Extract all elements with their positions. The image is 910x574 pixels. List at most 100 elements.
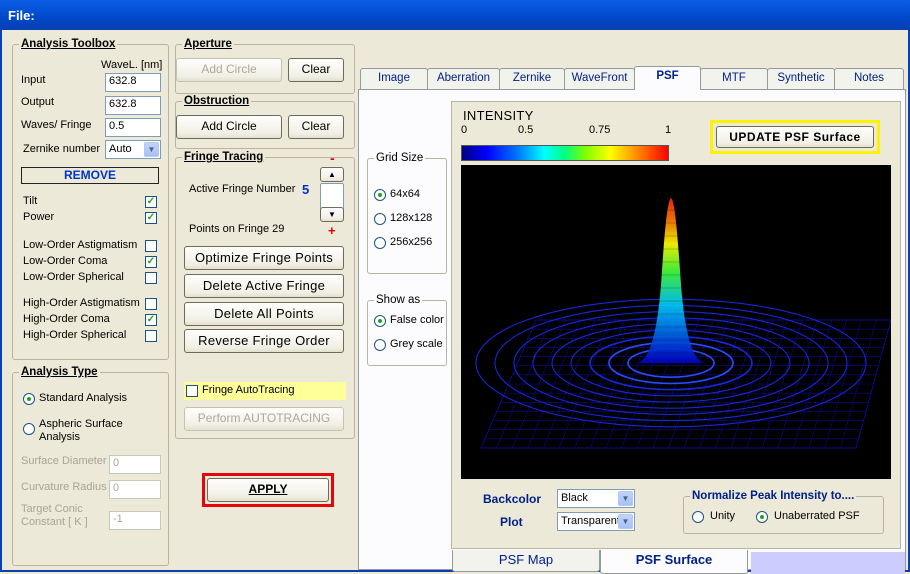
tab-aberration[interactable]: Aberration — [427, 68, 500, 89]
backcolor-value: Black — [561, 492, 588, 504]
surface-diameter-field[interactable]: 0 — [109, 455, 161, 474]
delete-active-fringe-button[interactable]: Delete Active Fringe — [184, 274, 344, 298]
grid-128-label: 128x128 — [390, 212, 433, 224]
obstruction-title: Obstruction — [182, 95, 252, 107]
tab-synthetic[interactable]: Synthetic — [767, 68, 835, 89]
psf-plot-frame: INTENSITY 0 0.5 0.75 1 UPDATE PSF Surfac… — [451, 101, 901, 549]
term-checkbox[interactable]: ✓ — [145, 314, 157, 326]
active-fringe-label: Active Fringe Number — [189, 183, 296, 195]
obstruction-add-circle-button[interactable]: Add Circle — [176, 115, 282, 139]
tab-wavefront[interactable]: WaveFront — [564, 68, 635, 89]
fringe-autotracing-checkbox[interactable] — [186, 385, 198, 397]
term-label: High-Order Coma — [23, 313, 110, 325]
zernike-number-label: Zernike number — [23, 143, 101, 155]
chevron-down-icon[interactable]: ▼ — [618, 514, 633, 529]
tab-psf-map[interactable]: PSF Map — [452, 550, 600, 572]
analysis-toolbox-title: Analysis Toolbox — [19, 38, 118, 50]
fringe-up-button[interactable]: ▲ — [320, 167, 344, 182]
arrow-up-icon: ▲ — [328, 170, 336, 179]
analysis-type-group: Analysis Type Standard Analysis Aspheric… — [12, 366, 169, 566]
intensity-tick-075: 0.75 — [589, 124, 611, 136]
update-psf-surface-button[interactable]: UPDATE PSF Surface — [716, 126, 874, 148]
tab-zernike[interactable]: Zernike — [499, 68, 565, 89]
false-color-radio[interactable] — [374, 315, 386, 327]
tab-psf-surface[interactable]: PSF Surface — [600, 550, 748, 574]
intensity-tick-05: 0.5 — [518, 124, 534, 136]
input-label: Input — [21, 74, 46, 86]
grey-scale-radio[interactable] — [374, 339, 386, 351]
aperture-clear-button[interactable]: Clear — [288, 58, 344, 82]
unity-radio[interactable] — [692, 511, 704, 523]
term-checkbox[interactable] — [145, 298, 157, 310]
input-wavelength-field[interactable]: 632.8 — [105, 73, 161, 92]
optimize-fringe-points-button[interactable]: Optimize Fringe Points — [184, 246, 344, 270]
grid-256-radio[interactable] — [374, 237, 386, 249]
output-wavelength-field[interactable]: 632.8 — [105, 96, 161, 115]
intensity-tick-1: 1 — [665, 124, 672, 136]
aperture-title: Aperture — [182, 38, 234, 50]
tab-mtf[interactable]: MTF — [700, 68, 768, 89]
analysis-type-title: Analysis Type — [19, 366, 100, 378]
aspheric-analysis-radio[interactable] — [23, 423, 35, 435]
backcolor-select[interactable]: Black ▼ — [557, 489, 635, 508]
reverse-fringe-order-button[interactable]: Reverse Fringe Order — [184, 329, 344, 353]
apply-button[interactable]: APPLY — [207, 478, 329, 502]
term-label: High-Order Spherical — [23, 329, 127, 341]
plus-indicator: + — [328, 223, 336, 238]
unaberrated-psf-radio[interactable] — [756, 511, 768, 523]
plot-select[interactable]: Transparent ▼ — [557, 512, 635, 531]
zernike-number-value: Auto — [109, 143, 132, 155]
target-conic-label-1: Target Conic — [21, 503, 83, 515]
minus-indicator: - — [330, 150, 335, 166]
term-checkbox[interactable] — [145, 272, 157, 284]
aperture-add-circle-button[interactable]: Add Circle — [176, 58, 282, 82]
arrow-down-icon: ▼ — [328, 210, 336, 219]
curvature-radius-label: Curvature Radius — [21, 481, 107, 493]
psf-surface-svg — [475, 198, 892, 449]
intensity-title: INTENSITY — [463, 108, 534, 123]
title-bar: File: — [0, 0, 910, 30]
backcolor-label: Backcolor — [483, 492, 542, 506]
term-checkbox[interactable]: ✓ — [145, 212, 157, 224]
perform-autotracing-button[interactable]: Perform AUTOTRACING — [184, 407, 344, 431]
obstruction-group: Obstruction Add Circle Clear — [175, 95, 355, 149]
surface-diameter-label: Surface Diameter — [21, 455, 107, 467]
term-label: High-Order Astigmatism — [23, 297, 140, 309]
target-conic-field[interactable]: -1 — [109, 511, 161, 530]
fringe-tracing-group: Fringe Tracing - Active Fringe Number 5 … — [175, 150, 355, 439]
obstruction-clear-button[interactable]: Clear — [288, 115, 344, 139]
target-conic-label-2: Constant [ K ] — [21, 516, 88, 528]
grid-256-label: 256x256 — [390, 236, 433, 248]
window-title: File: — [8, 8, 35, 23]
waves-fringe-field[interactable]: 0.5 — [105, 118, 161, 137]
chevron-down-icon[interactable]: ▼ — [618, 491, 633, 506]
chevron-down-icon[interactable]: ▼ — [144, 142, 159, 157]
main-window: Analysis Toolbox WaveL. [nm] Input 632.8… — [0, 30, 910, 574]
standard-analysis-radio[interactable] — [23, 393, 35, 405]
tab-notes[interactable]: Notes — [834, 68, 904, 89]
remove-header: REMOVE — [21, 167, 159, 184]
term-label: Tilt — [23, 195, 38, 207]
grid-128-radio[interactable] — [374, 213, 386, 225]
psf-surface-plot — [461, 165, 892, 479]
fringe-tracing-title: Fringe Tracing — [182, 151, 266, 163]
term-checkbox[interactable] — [145, 240, 157, 252]
grid-64-label: 64x64 — [390, 188, 420, 200]
tab-image[interactable]: Image — [360, 68, 428, 89]
tab-psf[interactable]: PSF — [634, 66, 701, 90]
term-checkbox[interactable]: ✓ — [145, 196, 157, 208]
curvature-radius-field[interactable]: 0 — [109, 480, 161, 499]
points-on-fringe-label: Points on Fringe 29 — [189, 223, 285, 235]
delete-all-points-button[interactable]: Delete All Points — [184, 302, 344, 326]
term-checkbox[interactable] — [145, 330, 157, 342]
grid-64-radio[interactable] — [374, 189, 386, 201]
fringe-down-button[interactable]: ▼ — [320, 207, 344, 222]
wavel-header: WaveL. [nm] — [101, 59, 163, 71]
term-checkbox[interactable]: ✓ — [145, 256, 157, 268]
bottom-tab-strip-fill — [751, 552, 905, 574]
unaberrated-psf-label: Unaberrated PSF — [774, 510, 860, 522]
term-label: Low-Order Coma — [23, 255, 108, 267]
intensity-tick-0: 0 — [461, 124, 468, 136]
zernike-number-select[interactable]: Auto ▼ — [105, 140, 161, 159]
grid-size-group: Grid Size 64x64 128x128 256x256 — [367, 152, 447, 274]
